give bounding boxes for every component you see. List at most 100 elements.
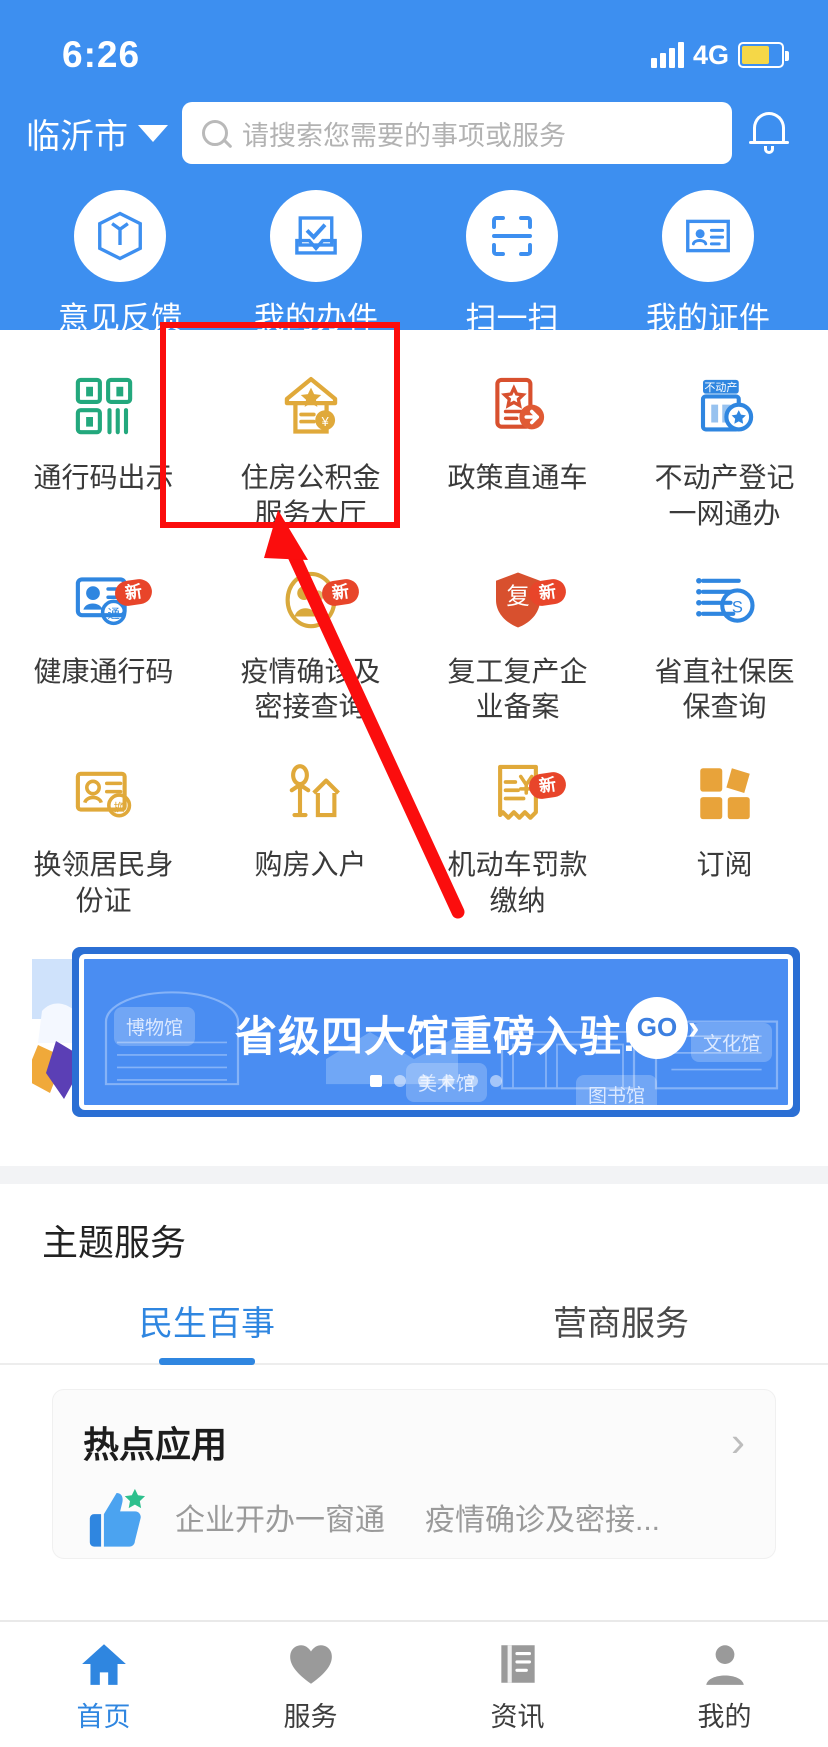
service-item-label: 健康通行码 (33, 655, 174, 687)
svg-text:不动产: 不动产 (704, 380, 737, 394)
home-icon (81, 1644, 126, 1685)
service-item-label: 省直社保医 保查询 (654, 655, 795, 723)
search-input[interactable]: 请搜索您需要的事项或服务 (182, 102, 732, 164)
banner-tag-culture: 文化馆 (690, 1022, 772, 1062)
carousel-dot[interactable] (466, 1074, 478, 1087)
service-item-label: 换领居民身 份证 (33, 849, 174, 917)
chevron-down-icon (138, 124, 168, 142)
quick-actions-row: 意见反馈 我的办件 扫一扫 我的证件 (0, 176, 828, 338)
service-item-policy-express[interactable]: 政策直通车 (414, 348, 621, 542)
thumbs-up-icon (83, 1486, 153, 1548)
my-applications-icon (270, 190, 362, 282)
svg-text:复: 复 (506, 583, 529, 609)
hot-apps-header: 热点应用 › (83, 1416, 745, 1468)
service-item-label: 政策直通车 (447, 462, 588, 493)
tab-yingshang[interactable]: 营商服务 (414, 1282, 828, 1363)
scan-qr-icon (466, 190, 558, 282)
promo-banner-area: 博物馆 省级四大馆重磅入驻! GO › 美术馆 图书馆 文化馆 (0, 941, 828, 1126)
resume-work-shield-icon: 复 新 (476, 558, 568, 642)
service-item-label: 机动车罚款 缴纳 (447, 849, 588, 917)
search-icon (202, 120, 228, 146)
tab-minsheng[interactable]: 民生百事 (0, 1282, 414, 1363)
hot-apps-title: 热点应用 (83, 1423, 228, 1465)
quick-action-my-id[interactable]: 我的证件 (610, 190, 806, 338)
service-item-epidemic-query[interactable]: 新 疫情确诊及 密接查询 (207, 542, 414, 736)
hot-apps-items: 企业开办一窗通 疫情确诊及密接... (175, 1495, 745, 1539)
search-row: 临沂市 请搜索您需要的事项或服务 (0, 90, 828, 176)
tab-news[interactable]: 资讯 (414, 1622, 621, 1747)
service-item-housing-fund[interactable]: ¥ 住房公积金 服务大厅 (207, 348, 414, 542)
feedback-cube-icon (74, 190, 166, 282)
status-bar: 6:26 4G (0, 0, 828, 90)
city-selector[interactable]: 临沂市 (26, 109, 168, 158)
notification-bell-icon[interactable] (746, 108, 792, 158)
carousel-dot[interactable] (370, 1074, 382, 1087)
service-grid: 通行码出示 ¥ 住房公积金服务大厅 政策直通车 不动产 不动产登记一网通办 (0, 348, 828, 929)
tab-services[interactable]: 服务 (207, 1622, 414, 1747)
banner-go-button[interactable]: GO (626, 996, 688, 1059)
service-item-real-estate[interactable]: 不动产 不动产登记 一网通办 (621, 348, 828, 542)
tab-label: 首页 (76, 1702, 131, 1732)
carousel-dot[interactable] (418, 1074, 430, 1087)
service-item-home-purchase[interactable]: 购房入户 (207, 735, 414, 929)
hot-apps-card[interactable]: 热点应用 › 企业开办一窗通 疫情确诊及密接... (52, 1388, 776, 1559)
svg-text:换: 换 (113, 800, 124, 814)
app-header: 6:26 4G 临沂市 请搜索您需要的事项或服务 意见反馈 我的办件 扫一扫 我… (0, 0, 828, 336)
theme-services-section: 主题服务 民生百事 营商服务 热点应用 › 企业开办一窗通 疫情确诊及密接... (0, 1183, 828, 1559)
banner-title: 省级四大馆重磅入驻! (235, 1012, 637, 1060)
service-item-label: 疫情确诊及 密接查询 (240, 655, 381, 723)
service-item-vehicle-fine[interactable]: 新 机动车罚款 缴纳 (414, 735, 621, 929)
quick-action-label: 我的办件 (254, 301, 378, 336)
person-icon (705, 1645, 744, 1685)
housing-fund-icon: ¥ (269, 364, 353, 448)
battery-icon (738, 42, 789, 68)
real-estate-registration-icon: 不动产 (683, 364, 767, 448)
service-item-resume-work[interactable]: 复 新 复工复产企 业备案 (414, 542, 621, 736)
svg-text:通: 通 (107, 607, 119, 621)
news-icon (500, 1645, 535, 1683)
hot-apps-row: 企业开办一窗通 疫情确诊及密接... (83, 1486, 745, 1548)
service-item-id-renew[interactable]: 换 换领居民身 份证 (0, 735, 207, 929)
qr-pass-code-icon (62, 364, 146, 448)
my-id-card-icon (662, 190, 754, 282)
vehicle-fine-payment-icon: 新 (476, 751, 568, 835)
quick-action-scan[interactable]: 扫一扫 (414, 190, 610, 338)
service-item-label: 住房公积金 服务大厅 (240, 462, 381, 529)
svg-text:¥: ¥ (320, 414, 329, 429)
service-item-health-code[interactable]: 通 新 健康通行码 (0, 542, 207, 736)
home-purchase-residency-icon (269, 751, 353, 835)
status-indicators: 4G (650, 39, 789, 71)
subscribe-grid-icon (683, 751, 767, 835)
epidemic-query-icon: 新 (269, 558, 361, 642)
svg-text:S: S (731, 598, 742, 616)
service-item-label: 订阅 (696, 849, 753, 881)
tab-home[interactable]: 首页 (0, 1622, 207, 1747)
tab-mine[interactable]: 我的 (621, 1622, 828, 1747)
quick-action-label: 我的证件 (646, 301, 770, 336)
quick-action-my-applications[interactable]: 我的办件 (218, 190, 414, 338)
service-item-label: 复工复产企 业备案 (447, 655, 588, 723)
network-type-label: 4G (692, 39, 729, 70)
search-placeholder: 请搜索您需要的事项或服务 (242, 120, 566, 151)
hot-app-item[interactable]: 疫情确诊及密接... (425, 1495, 660, 1539)
quick-action-label: 意见反馈 (58, 301, 182, 336)
id-card-renew-icon: 换 (62, 751, 146, 835)
chevron-right-icon[interactable]: › (731, 1420, 745, 1463)
carousel-dot[interactable] (442, 1074, 454, 1087)
banner-tag-museum: 博物馆 (114, 1006, 196, 1046)
carousel-dot[interactable] (490, 1074, 502, 1087)
service-item-label: 不动产登记 一网通办 (654, 462, 795, 529)
policy-express-icon (476, 364, 560, 448)
banner-carousel-dots[interactable] (370, 1074, 502, 1087)
promo-banner[interactable]: 博物馆 省级四大馆重磅入驻! GO › 美术馆 图书馆 文化馆 (72, 946, 800, 1117)
service-item-social-insurance[interactable]: S 省直社保医 保查询 (621, 542, 828, 736)
service-item-subscribe[interactable]: 订阅 (621, 735, 828, 929)
carousel-dot[interactable] (394, 1074, 406, 1087)
service-item-pass-code[interactable]: 通行码出示 (0, 348, 207, 542)
bottom-tab-bar: 首页 服务 资讯 我的 (0, 1620, 828, 1747)
quick-action-feedback[interactable]: 意见反馈 (22, 190, 218, 338)
city-label: 临沂市 (26, 117, 128, 156)
banner-content: 博物馆 省级四大馆重磅入驻! GO › 美术馆 图书馆 文化馆 (79, 953, 793, 1110)
hot-app-item[interactable]: 企业开办一窗通 (175, 1495, 385, 1539)
social-insurance-icon: S (683, 558, 767, 642)
